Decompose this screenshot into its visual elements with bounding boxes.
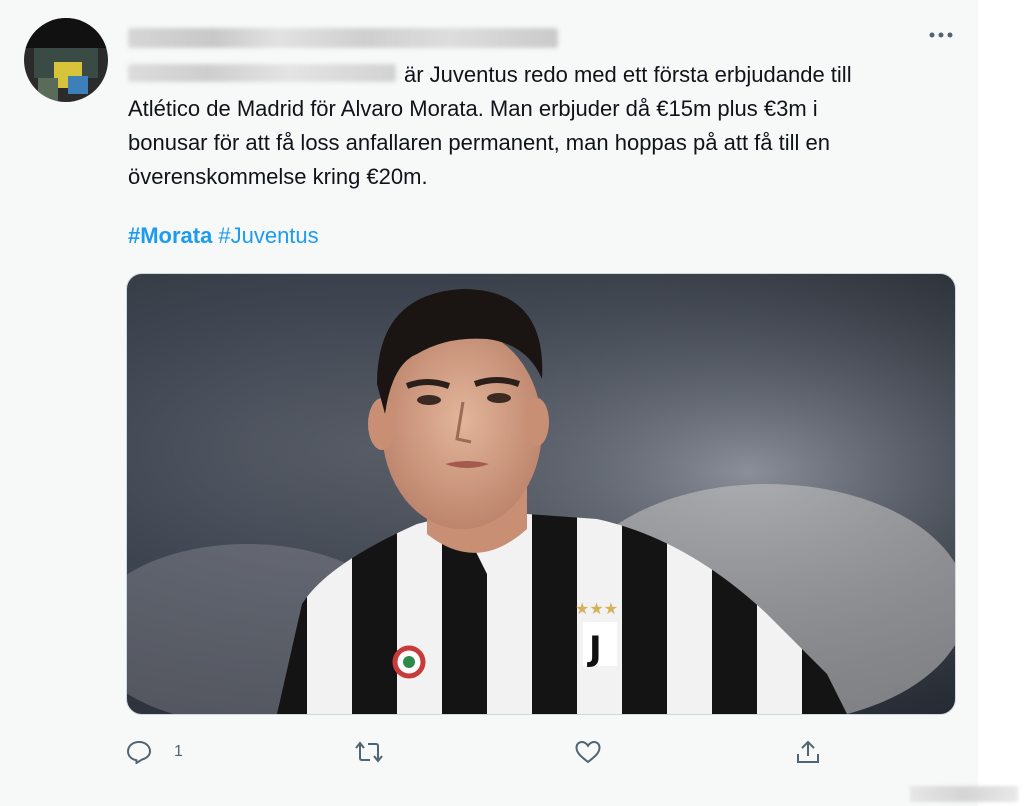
- tweet-text-line: bonusar för att få loss anfallaren perma…: [128, 130, 830, 155]
- page-margin: [978, 0, 1024, 806]
- heart-icon: [575, 740, 601, 764]
- share-icon: [797, 740, 819, 763]
- retweet-icon: [355, 741, 383, 763]
- tweet-text-line: är Juventus redo med ett första erbjudan…: [404, 62, 852, 87]
- svg-text:★★★: ★★★: [575, 599, 618, 618]
- blurred-display-name: [128, 28, 558, 48]
- hashtag-list: #Morata #Juventus: [128, 220, 325, 252]
- tweet-text-line: överenskommelse kring €20m.: [128, 164, 428, 189]
- reply-button[interactable]: 1: [126, 734, 183, 770]
- more-horizontal-icon: [929, 32, 953, 38]
- blurred-watermark: [910, 786, 1018, 802]
- reply-count: 1: [174, 743, 183, 760]
- tweet-text: är Juventus redo med ett första erbjudan…: [128, 58, 928, 194]
- more-options-button[interactable]: [926, 22, 956, 48]
- hashtag-link[interactable]: #Juventus: [218, 223, 318, 248]
- player-photo-illustration: ★★★ J: [127, 274, 955, 714]
- tweet-text-line: Atlético de Madrid för Alvaro Morata. Ma…: [128, 96, 818, 121]
- tweet-card: är Juventus redo med ett första erbjudan…: [0, 0, 978, 806]
- tweet-photo[interactable]: ★★★ J: [126, 273, 956, 715]
- hashtag-link[interactable]: #Morata: [128, 223, 212, 248]
- svg-text:J: J: [587, 629, 602, 669]
- avatar[interactable]: [24, 18, 108, 102]
- like-button[interactable]: [574, 734, 602, 770]
- reply-icon: [126, 740, 152, 764]
- retweet-button[interactable]: [354, 734, 384, 770]
- tweet-actions: 1: [0, 734, 978, 774]
- share-button[interactable]: [794, 734, 822, 770]
